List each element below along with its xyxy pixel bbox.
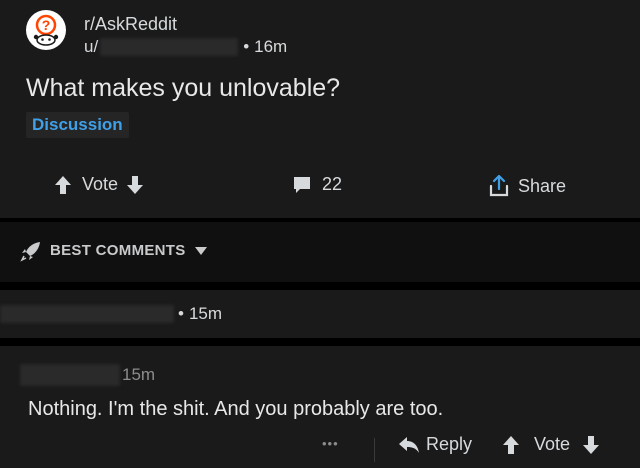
upvote-icon[interactable] [54, 175, 72, 195]
reply-button[interactable]: Reply [398, 434, 472, 455]
sort-label-text: BEST COMMENTS [50, 242, 186, 259]
post-actions: Vote 22 Share [0, 166, 640, 206]
post-title[interactable]: What makes you unlovable? [26, 74, 340, 103]
post-age: 16m [254, 37, 288, 56]
share-icon [488, 174, 510, 198]
comment-body: Nothing. I'm the shit. And you probably … [28, 398, 444, 420]
upvote-icon[interactable] [502, 435, 520, 455]
comment-age: 15m [188, 304, 223, 323]
vote-control: Vote [54, 174, 144, 195]
chevron-down-icon [194, 243, 208, 260]
comment-vote-control: Vote [502, 434, 600, 455]
rocket-icon [20, 240, 42, 267]
redacted-author [20, 364, 120, 386]
sort-label: BEST COMMENTS [50, 242, 208, 260]
meta-separator: • [243, 37, 250, 56]
post-card: ? r/AskReddit u/ • 16m What makes you un… [0, 0, 640, 218]
subreddit-avatar-icon[interactable]: ? [26, 10, 66, 50]
comments-count: 22 [322, 174, 343, 194]
vote-label: Vote [82, 174, 119, 194]
subreddit-name[interactable]: r/AskReddit [84, 14, 177, 35]
comments-button[interactable]: 22 [292, 174, 342, 195]
downvote-icon[interactable] [582, 435, 600, 455]
redacted-author [100, 38, 239, 56]
comment-meta: 15m [20, 364, 155, 386]
svg-text:?: ? [42, 17, 51, 33]
comment-meta: • 15m [0, 304, 222, 324]
meta-separator: • [178, 304, 184, 323]
share-button[interactable]: Share [488, 174, 566, 198]
share-label: Share [518, 175, 567, 196]
comment-sort-bar[interactable]: BEST COMMENTS [0, 222, 640, 282]
redacted-author [0, 305, 174, 323]
comment-item: 15m Nothing. I'm the shit. And you proba… [0, 346, 640, 468]
vote-label: Vote [534, 434, 571, 454]
divider [374, 438, 375, 462]
post-flair[interactable]: Discussion [26, 112, 129, 138]
downvote-icon[interactable] [126, 175, 144, 195]
comment-actions: ••• Reply Vote [0, 432, 640, 468]
comment-age: 15m [122, 365, 156, 384]
more-options-button[interactable]: ••• [322, 436, 339, 451]
comment-item: • 15m [0, 290, 640, 338]
author-prefix: u/ [84, 37, 99, 56]
reply-icon [398, 436, 420, 454]
comment-icon [292, 175, 312, 195]
reply-label: Reply [426, 434, 473, 454]
post-meta: u/ • 16m [84, 37, 287, 57]
